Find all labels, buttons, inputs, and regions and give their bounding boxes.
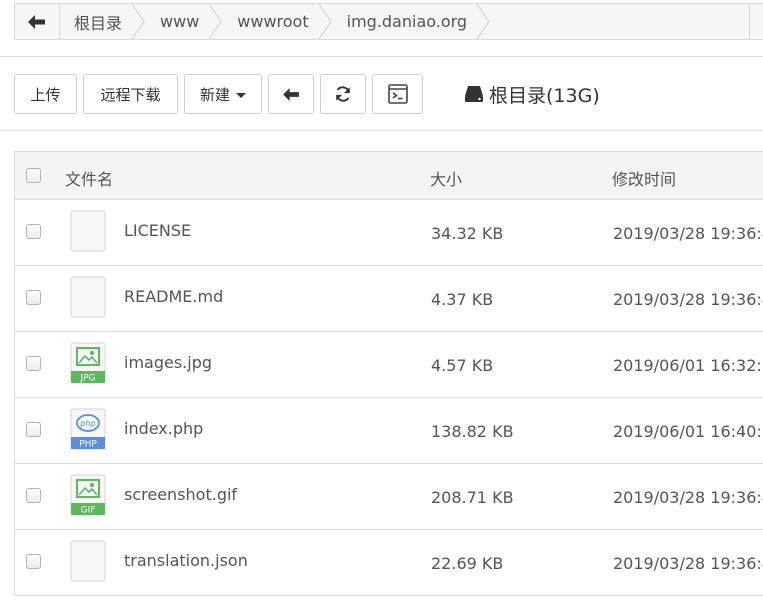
refresh-icon (336, 86, 350, 102)
file-name-link[interactable]: translation.json (124, 551, 248, 570)
file-modified-time: 2019/03/28 19:36:4 (613, 224, 763, 243)
file-size: 22.69 KB (431, 554, 504, 573)
blank-file-icon (70, 540, 106, 582)
file-modified-time: 2019/06/01 16:32:1 (613, 356, 763, 375)
file-size: 208.71 KB (431, 488, 514, 507)
file-size: 4.57 KB (431, 356, 494, 375)
chevron-separator-icon (318, 4, 332, 39)
svg-text:php: php (79, 419, 95, 428)
column-header-size[interactable]: 大小 (430, 166, 462, 190)
breadcrumb-item-root[interactable]: 根目录 (59, 4, 146, 39)
breadcrumb-item-current[interactable]: img.daniao.org (333, 4, 491, 39)
row-checkbox[interactable] (26, 554, 41, 569)
upload-button-label: 上传 (30, 85, 61, 104)
file-name-link[interactable]: README.md (124, 287, 223, 306)
blank-file-icon (70, 210, 106, 252)
select-all-checkbox[interactable] (26, 168, 41, 183)
breadcrumb-end-divider (749, 4, 750, 39)
breadcrumb-label: 根目录 (74, 13, 123, 33)
row-checkbox[interactable] (26, 356, 41, 371)
breadcrumb-label: wwwroot (237, 12, 309, 31)
row-checkbox[interactable] (26, 422, 41, 437)
file-name-link[interactable]: LICENSE (124, 221, 191, 240)
disk-label: 根目录(13G) (489, 84, 600, 107)
remote-download-button-label: 远程下载 (100, 85, 161, 104)
column-header-name[interactable]: 文件名 (65, 166, 113, 190)
file-modified-time: 2019/03/28 19:36:4 (613, 488, 763, 507)
chevron-separator-icon (132, 4, 145, 39)
table-row[interactable]: translation.json 22.69 KB 2019/03/28 19:… (14, 530, 763, 596)
table-row[interactable]: README.md 4.37 KB 2019/03/28 19:36:4 (14, 266, 763, 332)
file-name-link[interactable]: images.jpg (124, 353, 212, 372)
table-row[interactable]: JPG images.jpg 4.57 KB 2019/06/01 16:32:… (14, 332, 763, 398)
row-checkbox[interactable] (26, 488, 41, 503)
file-name-link[interactable]: screenshot.gif (124, 485, 237, 504)
divider (0, 130, 763, 131)
php-file-icon: php PHP (70, 408, 106, 450)
file-modified-time: 2019/03/28 19:36:4 (613, 290, 763, 309)
caret-down-icon (236, 92, 246, 98)
upload-button[interactable]: 上传 (14, 74, 77, 114)
breadcrumb-item-www[interactable]: www (146, 4, 223, 39)
breadcrumb-label: www (160, 12, 200, 31)
hdd-icon (465, 86, 483, 102)
breadcrumb-label: img.daniao.org (346, 12, 468, 31)
chevron-separator-icon (209, 4, 222, 39)
jpg-file-icon: JPG (70, 342, 106, 384)
breadcrumb-item-wwwroot[interactable]: wwwroot (223, 4, 332, 39)
file-size: 34.32 KB (431, 224, 504, 243)
file-type-badge: JPG (79, 374, 95, 384)
arrow-left-icon (28, 14, 45, 29)
table-row[interactable]: LICENSE 34.32 KB 2019/03/28 19:36:4 (14, 200, 763, 266)
file-modified-time: 2019/03/28 19:36:4 (613, 554, 763, 573)
file-table: 文件名 大小 修改时间 LICENSE 34.32 KB 2019/03/28 … (14, 151, 763, 596)
table-header: 文件名 大小 修改时间 (14, 152, 763, 200)
blank-file-icon (70, 276, 106, 318)
table-row[interactable]: GIF screenshot.gif 208.71 KB 2019/03/28 … (14, 464, 763, 530)
file-size: 4.37 KB (431, 290, 494, 309)
row-checkbox[interactable] (26, 224, 41, 239)
disk-info: 根目录(13G) (464, 81, 600, 107)
table-row[interactable]: php PHP index.php 138.82 KB 2019/06/01 1… (14, 398, 763, 464)
arrow-left-icon (282, 87, 299, 101)
new-dropdown-button[interactable]: 新建 (184, 74, 262, 114)
file-name-link[interactable]: index.php (124, 419, 203, 438)
terminal-icon (387, 84, 408, 104)
column-header-modified[interactable]: 修改时间 (612, 166, 676, 190)
file-type-badge: GIF (81, 506, 96, 516)
new-button-label: 新建 (199, 85, 230, 104)
remote-download-button[interactable]: 远程下载 (83, 74, 178, 114)
terminal-button[interactable] (372, 74, 423, 114)
back-button[interactable] (268, 74, 314, 114)
chevron-separator-icon (477, 4, 490, 39)
refresh-button[interactable] (320, 74, 366, 114)
gif-file-icon: GIF (70, 474, 106, 516)
row-checkbox[interactable] (26, 290, 41, 305)
file-size: 138.82 KB (431, 422, 514, 441)
breadcrumb: 根目录 www wwwroot img.daniao.org (14, 3, 763, 40)
divider (0, 56, 763, 57)
file-modified-time: 2019/06/01 16:40:1 (613, 422, 763, 441)
file-type-badge: PHP (79, 440, 97, 450)
breadcrumb-back-button[interactable] (15, 4, 59, 39)
